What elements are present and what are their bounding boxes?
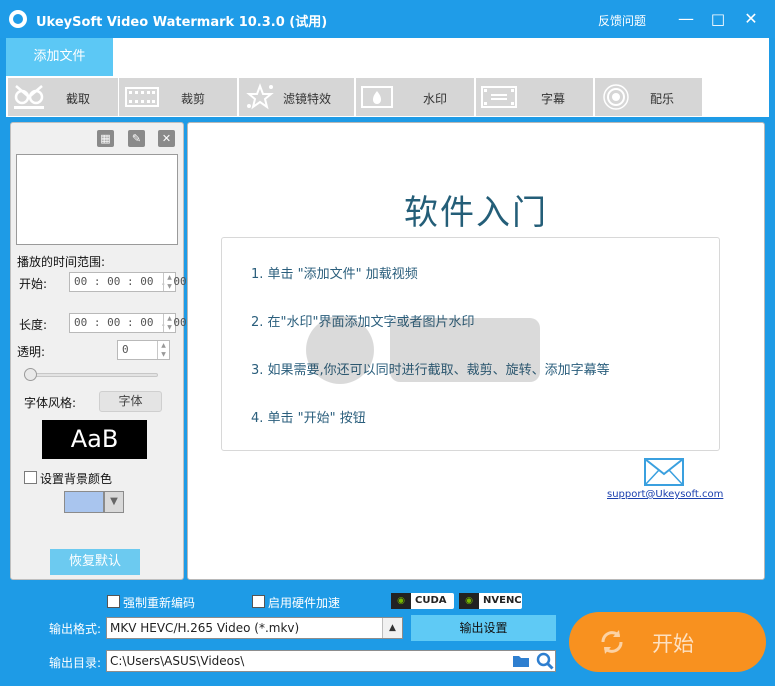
opacity-spinner[interactable]: ▲ ▼ xyxy=(157,341,169,359)
hw-accel-label: 启用硬件加速 xyxy=(268,596,341,610)
output-dir-value: C:\Users\ASUS\Videos\ xyxy=(110,654,245,668)
title-bar: UkeySoft Video Watermark 10.3.0 (试用) 反馈问… xyxy=(0,0,775,38)
minimize-button[interactable]: — xyxy=(675,8,697,30)
nvenc-label: NVENC xyxy=(483,595,522,606)
tool-watermark-label: 水印 xyxy=(423,92,448,106)
site-watermark-logo xyxy=(306,316,540,384)
nvidia-icon: ◉ xyxy=(391,593,411,609)
tool-crop[interactable]: 裁剪 xyxy=(119,78,237,116)
tool-trim-label: 截取 xyxy=(66,92,91,106)
window-title: UkeySoft Video Watermark 10.3.0 (试用) xyxy=(36,15,328,30)
start-time-input[interactable]: 00 : 00 : 00 . 000 ▲ ▼ xyxy=(69,272,193,292)
tool-subtitle[interactable]: 字幕 xyxy=(476,78,593,116)
tool-trim[interactable]: 截取 xyxy=(8,78,118,116)
force-reencode-label: 强制重新编码 xyxy=(123,596,196,610)
subtitle-icon xyxy=(480,82,518,112)
output-dir-label: 输出目录: xyxy=(49,656,102,670)
length-time-value: 00 : 00 : 00 . 000 xyxy=(74,316,194,329)
step-1: 1. 单击 "添加文件" 加载视频 xyxy=(251,267,418,282)
tool-music[interactable]: 配乐 xyxy=(595,78,702,116)
bg-color-dropdown[interactable]: ▼ xyxy=(104,491,124,513)
music-icon xyxy=(599,82,633,112)
opacity-slider-track[interactable] xyxy=(24,373,158,377)
restore-defaults-button[interactable]: 恢复默认 xyxy=(50,549,140,575)
tool-crop-label: 裁剪 xyxy=(181,92,206,106)
app-logo-icon xyxy=(9,10,27,28)
tool-subtitle-label: 字幕 xyxy=(541,92,566,106)
font-style-label: 字体风格: xyxy=(24,396,77,410)
tool-filter-label: 滤镜特效 xyxy=(283,92,332,106)
length-label: 长度: xyxy=(19,318,48,332)
length-time-input[interactable]: 00 : 00 : 00 . 000 ▲ ▼ xyxy=(69,313,193,333)
tab-strip xyxy=(6,38,769,76)
length-time-spinner[interactable]: ▲ ▼ xyxy=(163,314,175,332)
maximize-button[interactable]: □ xyxy=(707,8,729,30)
output-format-select[interactable]: MKV HEVC/H.265 Video (*.mkv) ▲ xyxy=(106,617,403,639)
start-button-label: 开始 xyxy=(652,632,694,656)
play-range-label: 播放的时间范围: xyxy=(17,255,106,269)
output-dir-input[interactable]: C:\Users\ASUS\Videos\ xyxy=(106,650,556,672)
delete-icon[interactable]: ✕ xyxy=(158,130,175,147)
nvidia-icon: ◉ xyxy=(459,593,479,609)
opacity-value: 0 xyxy=(122,343,129,356)
hw-accel-checkbox[interactable] xyxy=(252,595,265,608)
tab-add-file[interactable]: 添加文件 xyxy=(6,38,113,76)
start-label: 开始: xyxy=(19,277,48,291)
image-effect-icon[interactable]: ▦ xyxy=(97,130,114,147)
nvenc-badge: ◉ NVENC xyxy=(459,593,522,609)
filter-effects-icon xyxy=(243,82,277,112)
tool-filter[interactable]: 滤镜特效 xyxy=(239,78,354,116)
tool-music-label: 配乐 xyxy=(650,92,675,106)
font-preview: AaB xyxy=(42,420,147,459)
bg-color-swatch[interactable] xyxy=(64,491,104,513)
bg-color-label: 设置背景颜色 xyxy=(40,472,113,486)
start-button[interactable]: 开始 xyxy=(569,612,766,672)
watermark-icon xyxy=(360,82,394,112)
opacity-label: 透明: xyxy=(17,345,46,359)
support-email-link[interactable]: support@Ukeysoft.com xyxy=(607,489,723,500)
output-format-value: MKV HEVC/H.265 Video (*.mkv) xyxy=(110,621,300,635)
start-time-value: 00 : 00 : 00 . 000 xyxy=(74,275,194,288)
output-settings-button[interactable]: 输出设置 xyxy=(411,615,556,641)
mail-icon[interactable] xyxy=(644,458,684,486)
crop-cut-icon xyxy=(12,82,46,112)
search-icon[interactable] xyxy=(536,652,554,670)
start-time-spinner[interactable]: ▲ ▼ xyxy=(163,273,175,291)
bg-color-checkbox[interactable] xyxy=(24,471,37,484)
tool-watermark[interactable]: 水印 xyxy=(356,78,474,116)
chevron-up-icon[interactable]: ▲ xyxy=(382,618,402,638)
convert-refresh-icon xyxy=(601,630,623,654)
folder-icon[interactable] xyxy=(512,654,530,668)
cuda-badge: ◉ CUDA xyxy=(391,593,454,609)
watermark-preview xyxy=(16,154,178,245)
close-button[interactable]: ✕ xyxy=(740,8,762,30)
intro-title: 软件入门 xyxy=(404,193,548,233)
crop-frame-icon xyxy=(123,82,161,112)
output-format-label: 输出格式: xyxy=(49,622,102,636)
cuda-label: CUDA xyxy=(415,595,447,606)
opacity-slider-thumb[interactable] xyxy=(24,368,37,381)
add-text-icon[interactable]: ✎ xyxy=(128,130,145,147)
font-button[interactable]: 字体 xyxy=(99,391,162,412)
opacity-input[interactable]: 0 ▲ ▼ xyxy=(117,340,170,360)
force-reencode-checkbox[interactable] xyxy=(107,595,120,608)
step-4: 4. 单击 "开始" 按钮 xyxy=(251,411,366,426)
feedback-link[interactable]: 反馈问题 xyxy=(598,12,646,29)
